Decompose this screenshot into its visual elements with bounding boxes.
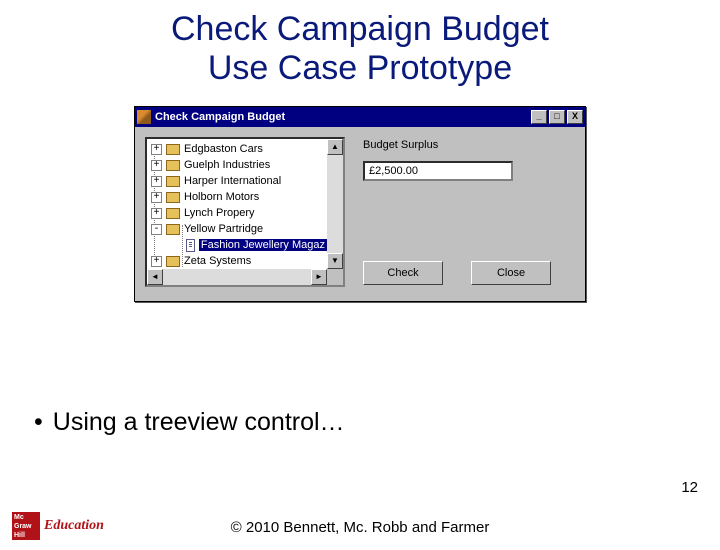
logo-mark-line: Graw <box>14 523 32 530</box>
collapse-icon[interactable]: - <box>151 224 162 235</box>
bullet-marker: • <box>34 408 43 436</box>
tree-item[interactable]: + Zeta Systems <box>149 253 327 269</box>
tree-item[interactable]: + Edgbaston Cars <box>149 141 327 157</box>
folder-icon <box>166 256 180 267</box>
document-icon <box>186 239 195 252</box>
copyright-footer: © 2010 Bennett, Mc. Robb and Farmer <box>0 519 720 536</box>
maximize-button[interactable]: □ <box>549 110 565 124</box>
tree-label-selected: Fashion Jewellery Magaz <box>199 239 327 251</box>
logo-mark-line: Mc <box>14 514 24 521</box>
tree-item[interactable]: + Guelph Industries <box>149 157 327 173</box>
bullet-text: Using a treeview control… <box>53 408 345 436</box>
close-button[interactable]: Close <box>471 261 551 285</box>
tree-label: Lynch Propery <box>184 207 255 219</box>
app-window: Check Campaign Budget _ □ X + Edgbaston … <box>134 106 586 302</box>
folder-icon <box>166 176 180 187</box>
treeview[interactable]: + Edgbaston Cars + Guelph Industries + H… <box>145 137 345 287</box>
expand-icon[interactable]: + <box>151 208 162 219</box>
tree-item[interactable]: - Yellow Partridge <box>149 221 327 237</box>
tree-child-item[interactable]: Fashion Jewellery Magaz <box>149 237 327 253</box>
slide-title: Check Campaign Budget Use Case Prototype <box>0 10 720 88</box>
folder-icon <box>166 192 180 203</box>
minimize-button[interactable]: _ <box>531 110 547 124</box>
expand-icon[interactable]: + <box>151 176 162 187</box>
close-window-button[interactable]: X <box>567 110 583 124</box>
folder-icon <box>166 160 180 171</box>
folder-icon <box>166 224 180 235</box>
app-icon <box>137 110 151 124</box>
title-line-1: Check Campaign Budget <box>171 10 549 48</box>
budget-surplus-field[interactable]: £2,500.00 <box>363 161 513 181</box>
tree-label: Guelph Industries <box>184 159 270 171</box>
tree-item[interactable]: + Harper International <box>149 173 327 189</box>
vertical-scrollbar[interactable]: ▲ ▼ <box>327 139 343 269</box>
publisher-logo: Mc Graw Hill Education <box>12 512 104 540</box>
tree-label: Edgbaston Cars <box>184 143 263 155</box>
scrollbar-corner <box>327 269 343 285</box>
titlebar: Check Campaign Budget _ □ X <box>135 107 585 127</box>
horizontal-scrollbar[interactable]: ◄ ► <box>147 269 327 285</box>
title-line-2: Use Case Prototype <box>208 49 512 87</box>
expand-icon[interactable]: + <box>151 144 162 155</box>
tree-label: Harper International <box>184 175 281 187</box>
tree-label: Zeta Systems <box>184 255 251 267</box>
tree-item[interactable]: + Holborn Motors <box>149 189 327 205</box>
tree-item[interactable]: + Lynch Propery <box>149 205 327 221</box>
budget-surplus-label: Budget Surplus <box>363 139 575 151</box>
scroll-left-button[interactable]: ◄ <box>147 269 163 285</box>
tree-label: Holborn Motors <box>184 191 259 203</box>
check-button[interactable]: Check <box>363 261 443 285</box>
scroll-down-button[interactable]: ▼ <box>327 253 343 269</box>
scroll-right-button[interactable]: ► <box>311 269 327 285</box>
folder-icon <box>166 144 180 155</box>
logo-wordmark: Education <box>44 518 104 534</box>
expand-icon[interactable]: + <box>151 256 162 267</box>
tree-label: Yellow Partridge <box>184 223 263 235</box>
scroll-up-button[interactable]: ▲ <box>327 139 343 155</box>
expand-icon[interactable]: + <box>151 192 162 203</box>
form-panel: Budget Surplus £2,500.00 Check Close <box>363 137 575 287</box>
expand-icon[interactable]: + <box>151 160 162 171</box>
logo-mark-line: Hill <box>14 532 25 539</box>
window-title: Check Campaign Budget <box>155 111 531 123</box>
logo-mark: Mc Graw Hill <box>12 512 40 540</box>
bullet-point: • Using a treeview control… <box>34 408 345 437</box>
window-body: + Edgbaston Cars + Guelph Industries + H… <box>135 127 585 301</box>
page-number: 12 <box>681 479 698 496</box>
folder-icon <box>166 208 180 219</box>
